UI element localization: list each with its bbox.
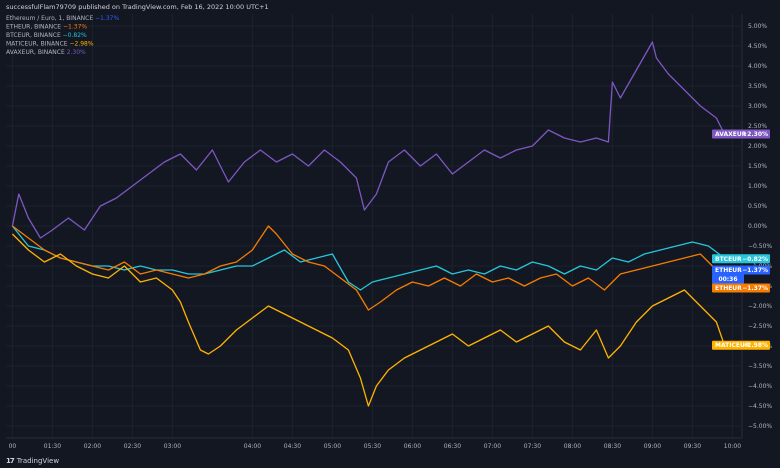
price-label-value: −1.37%	[742, 285, 768, 292]
y-tick-label: −4.50%	[748, 403, 772, 410]
x-tick-label: 02:00	[84, 443, 101, 450]
y-tick-label: −0.50%	[748, 243, 772, 250]
tradingview-logo-mark: 17	[6, 457, 15, 465]
x-tick-label: 03:00	[164, 443, 181, 450]
tradingview-logo[interactable]: 17 TradingView	[6, 457, 59, 465]
x-tick-label: 06:30	[444, 443, 461, 450]
x-tick-label: 08:30	[604, 443, 621, 450]
price-label-etheur: ETHEUR −1.37%	[712, 283, 770, 293]
price-label-value: −2.98%	[742, 342, 768, 349]
y-tick-label: 3.00%	[748, 103, 767, 110]
y-tick-label: 2.00%	[748, 143, 767, 150]
x-axis[interactable]: 00 01:30 02:00 02:30 03:00 04:00 04:30 05:00 05:…	[6, 437, 742, 450]
price-label-value: −1.37%	[742, 267, 768, 274]
y-tick-label: −2.50%	[748, 323, 772, 330]
x-tick-label: 00	[9, 443, 17, 450]
legend-series-value: 2.30%	[67, 49, 86, 56]
x-tick-label: 07:00	[484, 443, 501, 450]
price-label-maticeur: MATICEUR−2.98%	[712, 340, 770, 350]
legend-series-value: −1.37%	[63, 24, 87, 31]
x-tick-label: 10:00	[724, 443, 741, 450]
legend-item: AVAXEUR, BINANCE 2.30%	[6, 49, 86, 56]
y-tick-label: 0.50%	[748, 203, 767, 210]
x-tick-label: 08:00	[564, 443, 581, 450]
x-tick-label: 06:00	[404, 443, 421, 450]
price-label-btceur: BTCEUR −0.82%	[712, 254, 770, 264]
y-tick-label: −3.50%	[748, 363, 772, 370]
legend-series-name: AVAXEUR, BINANCE	[6, 49, 67, 56]
y-tick-label: 1.00%	[748, 183, 767, 190]
legend-series-name: BTCEUR, BINANCE	[6, 32, 63, 39]
x-tick-label: 01:30	[44, 443, 61, 450]
legend-item: BTCEUR, BINANCE −0.82%	[6, 32, 87, 39]
publisher-text: successfulFlam79709 published on Trading…	[6, 3, 269, 11]
price-label-avaxeur: AVAXEUR+2.30%	[712, 129, 770, 139]
price-label-text: ETHEUR	[715, 285, 742, 292]
y-axis[interactable]: 5.00% 4.50% 4.00% 3.50% 3.00% 2.50% 2.00% 1.50%…	[741, 14, 772, 438]
legend-item: MATICEUR, BINANCE −2.98%	[6, 41, 94, 48]
series-lines	[11, 41, 726, 407]
y-tick-label: 0.00%	[748, 223, 767, 230]
tradingview-logo-text: TradingView	[16, 457, 60, 465]
y-tick-label: 4.50%	[748, 43, 767, 50]
legend-series-value: −1.37%	[95, 15, 119, 22]
y-tick-label: −5.00%	[748, 423, 772, 430]
legend-item: ETHEUR, BINANCE −1.37%	[6, 24, 87, 31]
x-tick-label: 04:00	[244, 443, 261, 450]
legend-series-value: −0.82%	[63, 32, 87, 39]
series-line-etheur	[12, 225, 725, 311]
y-tick-label: 3.50%	[748, 83, 767, 90]
publisher-bar: successfulFlam79709 published on Trading…	[0, 0, 780, 14]
series-line-avaxeur	[11, 41, 725, 239]
legend-series-name: ETHEUR, BINANCE	[6, 24, 63, 31]
x-tick-label: 09:00	[644, 443, 661, 450]
legend-item: Ethereum / Euro, 1, BINANCE −1.37%	[6, 15, 119, 22]
y-tick-label: −4.00%	[748, 383, 772, 390]
y-tick-label: 4.00%	[748, 63, 767, 70]
y-tick-label: 5.00%	[748, 23, 767, 30]
price-label-value: +2.30%	[742, 131, 768, 138]
y-tick-label: −2.00%	[748, 303, 772, 310]
x-tick-label: 05:00	[324, 443, 341, 450]
x-tick-label: 05:30	[364, 443, 381, 450]
comparison-chart[interactable]: Ethereum / Euro, 1, BINANCE −1.37%ETHEUR…	[0, 14, 780, 455]
y-tick-label: 1.50%	[748, 163, 767, 170]
footer: 17 TradingView	[0, 455, 780, 468]
price-label-text: ETHEUR	[715, 267, 742, 274]
series-line-btceur	[11, 225, 725, 291]
price-label-etheur: ETHEUR −1.37% 00:36	[712, 265, 770, 284]
legend-series-name: Ethereum / Euro, 1, BINANCE	[6, 15, 95, 22]
legend-series-value: −2.98%	[69, 41, 93, 48]
price-label-value: −0.82%	[742, 256, 768, 263]
x-tick-label: 07:30	[524, 443, 541, 450]
x-tick-label: 09:30	[684, 443, 701, 450]
legend-series-name: MATICEUR, BINANCE	[6, 41, 69, 48]
legend: Ethereum / Euro, 1, BINANCE −1.37%ETHEUR…	[6, 15, 119, 56]
price-label-text: BTCEUR	[715, 256, 742, 263]
countdown-text: 00:36	[718, 276, 737, 283]
x-tick-label: 02:30	[124, 443, 141, 450]
x-tick-label: 04:30	[284, 443, 301, 450]
y-tick-label: 2.50%	[748, 123, 767, 130]
